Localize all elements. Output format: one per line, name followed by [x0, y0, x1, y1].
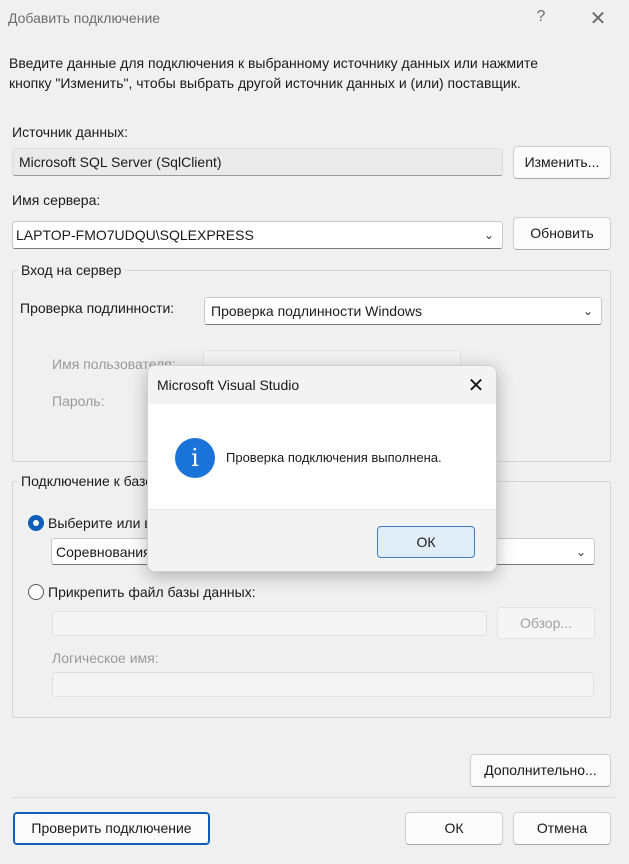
dialog-body: i Проверка подключения выполнена. [148, 404, 496, 509]
server-combobox[interactable]: LAPTOP-FMO7UDQU\SQLEXPRESS ⌄ [12, 221, 503, 249]
select-db-radio[interactable] [28, 515, 44, 531]
refresh-button[interactable]: Обновить [513, 217, 611, 250]
test-connection-button[interactable]: Проверить подключение [13, 812, 210, 845]
close-icon[interactable]: ✕ [586, 6, 610, 31]
info-icon: i [175, 438, 215, 478]
chevron-down-icon[interactable]: ⌄ [576, 539, 586, 564]
server-label: Имя сервера: [12, 192, 101, 208]
close-icon[interactable]: ✕ [466, 373, 486, 398]
dialog-ok-button[interactable]: ОК [377, 526, 475, 558]
login-group-title: Вход на сервер [17, 262, 126, 278]
intro-line-2: кнопку "Изменить", чтобы выбрать другой … [9, 75, 521, 91]
datasource-label: Источник данных: [12, 124, 129, 140]
chevron-down-icon[interactable]: ⌄ [484, 222, 494, 248]
datasource-field: Microsoft SQL Server (SqlClient) [12, 148, 503, 176]
logical-name-label: Логическое имя: [52, 650, 159, 666]
auth-combobox[interactable]: Проверка подлинности Windows ⌄ [204, 297, 602, 325]
window-title: Добавить подключение [8, 10, 161, 26]
message-dialog: Microsoft Visual Studio ✕ i Проверка под… [147, 365, 497, 572]
cancel-button[interactable]: Отмена [513, 812, 611, 845]
password-label: Пароль: [52, 393, 105, 409]
db-name-value: Соревнования [56, 544, 151, 560]
attach-db-label: Прикрепить файл базы данных: [48, 584, 256, 600]
server-value: LAPTOP-FMO7UDQU\SQLEXPRESS [16, 227, 254, 243]
intro-line-1: Введите данные для подключения к выбранн… [9, 55, 538, 71]
advanced-button[interactable]: Дополнительно... [470, 754, 611, 787]
dialog-title: Microsoft Visual Studio [157, 377, 300, 393]
attach-db-radio[interactable] [28, 584, 44, 600]
footer-divider [12, 797, 616, 798]
intro-text: Введите данные для подключения к выбранн… [9, 53, 609, 93]
auth-label: Проверка подлинности: [20, 300, 175, 316]
auth-value: Проверка подлинности Windows [211, 303, 422, 319]
logical-name-input[interactable] [52, 672, 594, 697]
ok-button[interactable]: ОК [405, 812, 503, 845]
dialog-message: Проверка подключения выполнена. [226, 450, 442, 465]
attach-file-input[interactable] [52, 611, 487, 636]
change-datasource-button[interactable]: Изменить... [513, 146, 611, 179]
chevron-down-icon[interactable]: ⌄ [583, 298, 593, 324]
help-icon[interactable]: ? [534, 8, 548, 26]
dialog-footer: ОК [148, 509, 496, 571]
browse-button[interactable]: Обзор... [497, 607, 595, 639]
